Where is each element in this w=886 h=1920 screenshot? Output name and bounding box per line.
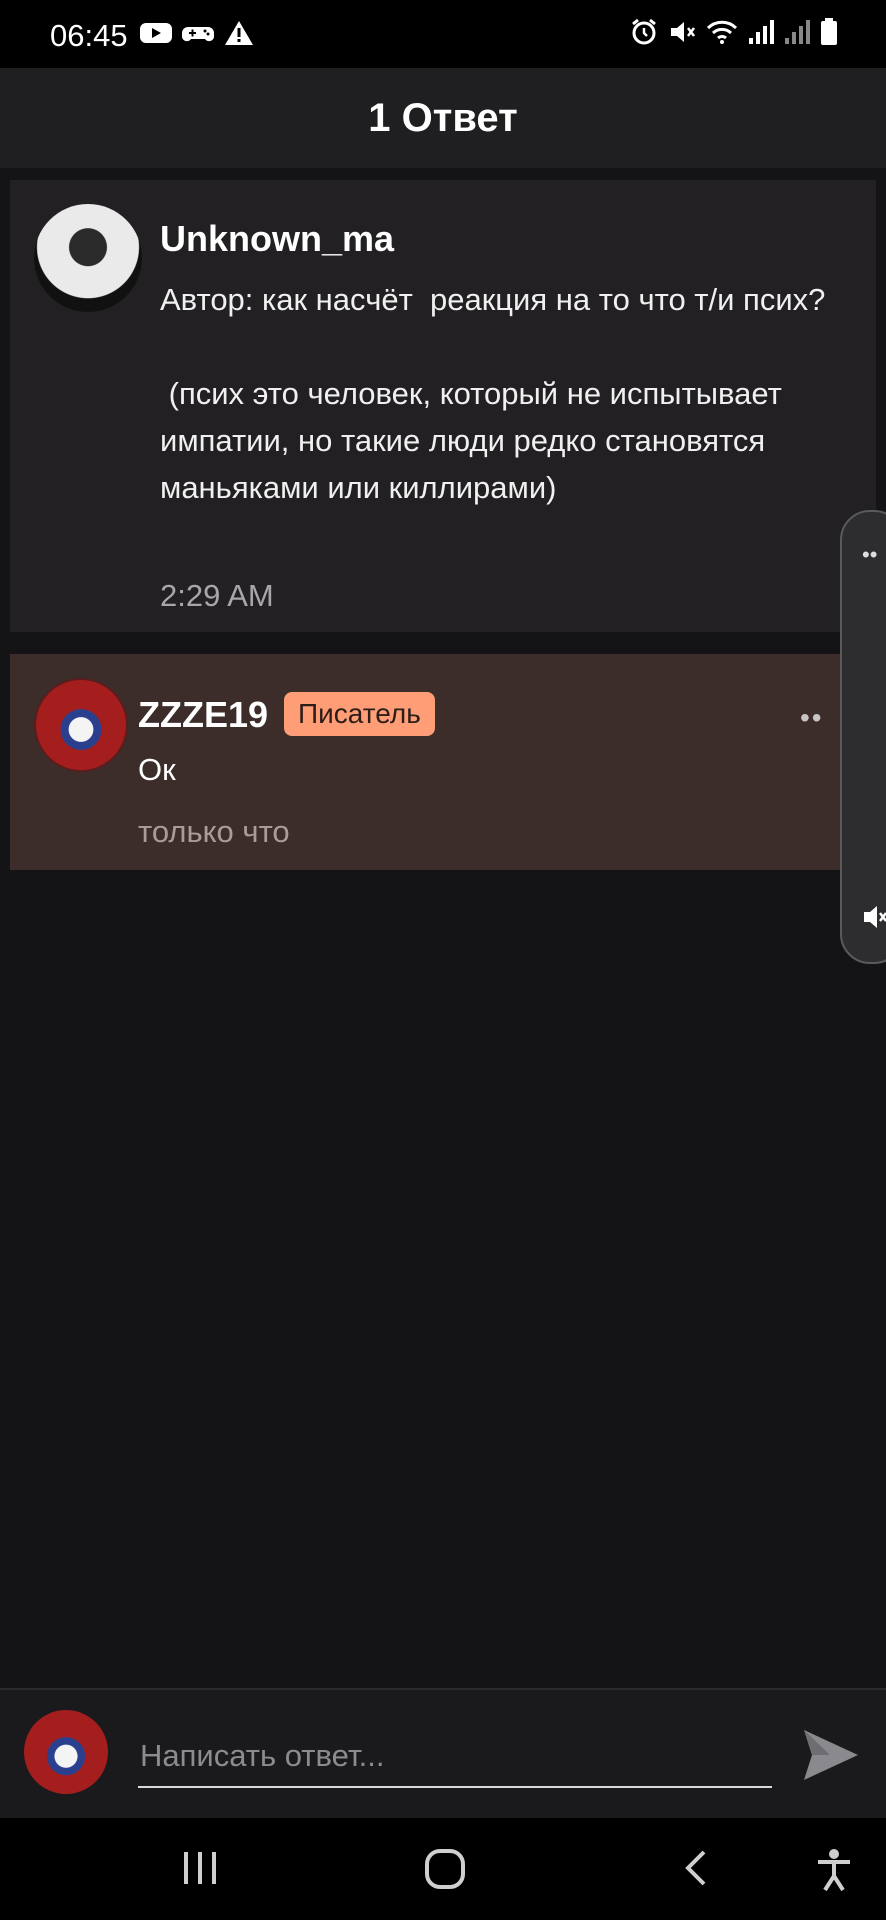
back-icon[interactable]	[680, 1848, 710, 1893]
mute-icon	[668, 18, 696, 46]
recents-icon[interactable]	[180, 1848, 220, 1893]
youtube-icon	[140, 21, 172, 45]
avatar[interactable]	[34, 204, 142, 312]
panel-menu-icon[interactable]: ••	[862, 542, 877, 568]
reply-input[interactable]	[138, 1726, 772, 1788]
header: 1 Ответ	[0, 68, 886, 168]
reply-author[interactable]: ZZZE19	[138, 694, 268, 736]
accessibility-icon[interactable]	[814, 1848, 854, 1897]
floating-side-panel[interactable]: ••	[840, 510, 886, 964]
wifi-icon	[706, 18, 738, 46]
signal-icon	[748, 18, 774, 46]
role-badge: Писатель	[284, 692, 435, 736]
signal-icon	[784, 18, 810, 46]
original-comment: Unknown_ma Автор: как насчёт реакция на …	[10, 180, 876, 632]
avatar[interactable]	[34, 678, 128, 772]
status-bar: 06:45	[0, 0, 886, 68]
mute-icon[interactable]	[862, 902, 886, 937]
reply-composer	[0, 1688, 886, 1818]
alarm-icon	[630, 18, 658, 46]
navigation-bar	[0, 1818, 886, 1920]
battery-icon	[820, 18, 838, 46]
comment-time: 2:29 AM	[160, 578, 274, 613]
page-title: 1 Ответ	[368, 95, 518, 140]
reply-time: только что	[138, 814, 290, 849]
home-icon[interactable]	[424, 1848, 466, 1895]
comment-text: Автор: как насчёт реакция на то что т/и …	[160, 282, 826, 505]
warning-icon	[224, 20, 254, 46]
reply-text: Ок	[138, 752, 176, 787]
avatar	[24, 1710, 108, 1794]
send-icon[interactable]	[800, 1724, 862, 1786]
status-time: 06:45	[50, 18, 128, 53]
reply-item: ZZZE19 Писатель •• Ок только что	[10, 654, 876, 870]
gamepad-icon	[182, 21, 214, 45]
comment-author[interactable]: Unknown_ma	[160, 218, 394, 260]
more-options-button[interactable]: ••	[800, 702, 824, 734]
